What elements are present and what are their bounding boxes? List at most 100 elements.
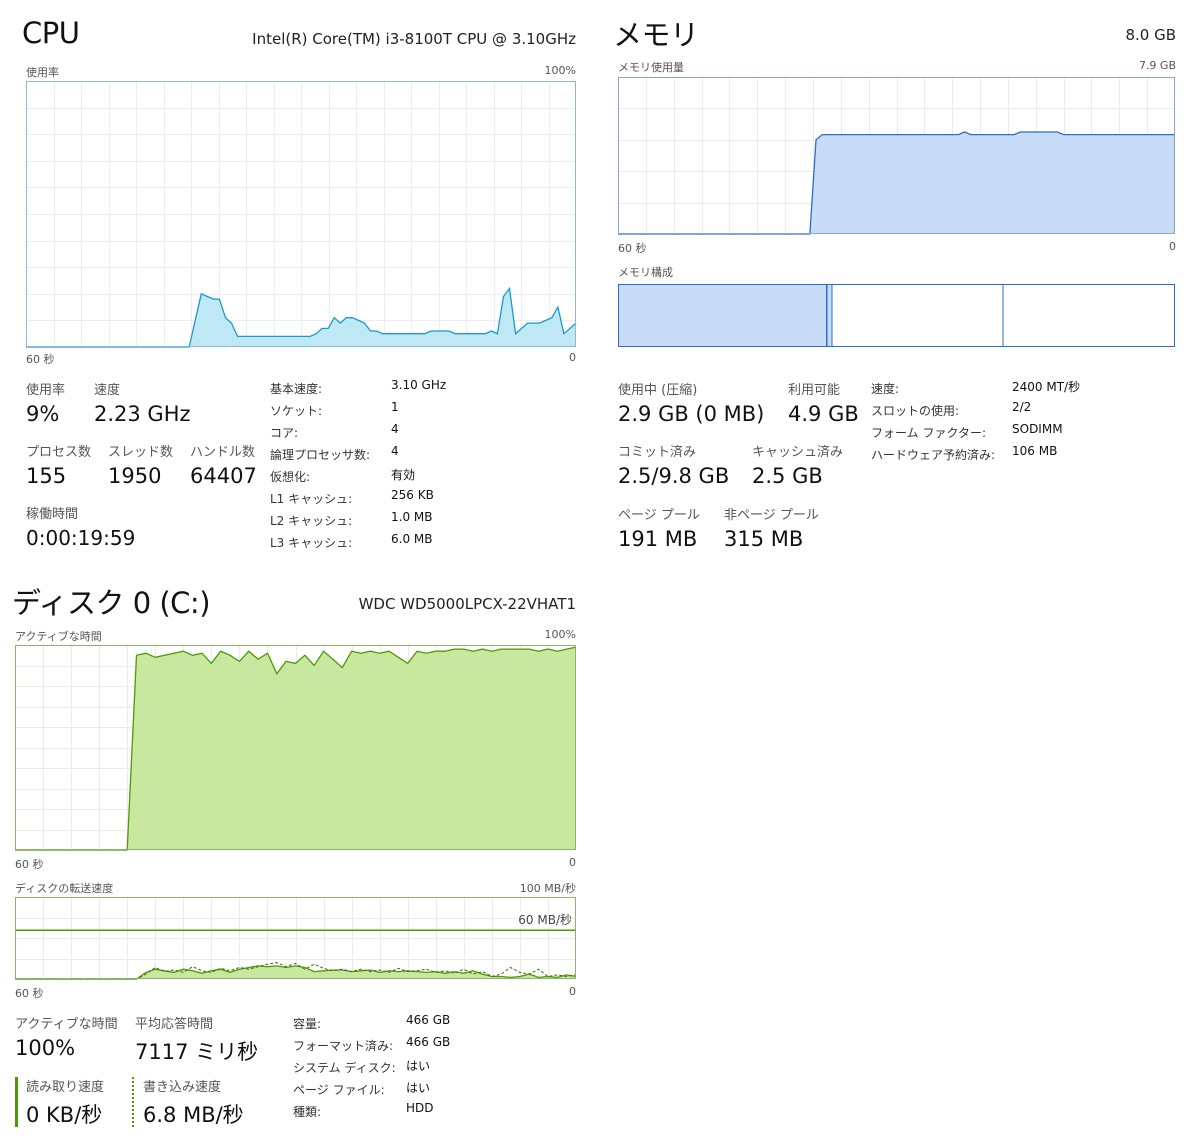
cpu-detail-row: L1 キャッシュ: 256 KB	[270, 488, 470, 510]
memory-detail-row: 速度: 2400 MT/秒	[871, 378, 1171, 400]
memory-available-value: 4.9 GB	[788, 402, 859, 426]
memory-composition-bar	[618, 284, 1175, 347]
disk-read-label: 読み取り速度	[26, 1080, 105, 1095]
memory-composition-label: メモリ構成	[618, 266, 673, 279]
cpu-detail-value: 1	[391, 400, 399, 414]
cpu-chart-right: 0	[569, 351, 576, 364]
cpu-chart-label: 使用率	[26, 66, 59, 79]
disk-active-label: アクティブな時間	[15, 1017, 118, 1032]
cpu-detail-value: 有効	[391, 468, 416, 482]
cpu-detail-value: 1.0 MB	[391, 510, 433, 524]
cpu-chart-max: 100%	[544, 64, 576, 77]
read-speed-marker	[15, 1077, 18, 1127]
cpu-detail-value: 256 KB	[391, 488, 434, 502]
memory-inuse-value: 2.9 GB (0 MB)	[618, 402, 765, 426]
memory-title: メモリ	[613, 18, 699, 52]
memory-paged-value: 191 MB	[618, 527, 698, 551]
cpu-detail-row: コア: 4	[270, 422, 470, 444]
cpu-usage-chart	[26, 81, 577, 348]
disk-write-value: 6.8 MB/秒	[143, 1103, 244, 1127]
composition-modified	[826, 284, 833, 347]
cpu-detail-label: ソケット:	[270, 404, 323, 418]
disk-active-left: 60 秒	[15, 858, 44, 871]
disk-detail-value: はい	[406, 1081, 431, 1095]
memory-chart-left: 60 秒	[618, 242, 647, 255]
disk-detail-label: フォーマット済み:	[293, 1039, 394, 1053]
disk-detail-row: システム ディスク: はい	[293, 1057, 573, 1079]
cpu-speed-value: 2.23 GHz	[94, 402, 191, 426]
cpu-handle-label: ハンドル数	[190, 445, 256, 460]
cpu-detail-label: 仮想化:	[270, 470, 311, 484]
memory-detail-value: 2/2	[1012, 400, 1032, 414]
cpu-details: 基本速度: 3.10 GHz ソケット: 1 コア: 4 論理プロセッサ数: 4 仮想化…	[270, 378, 470, 554]
disk-read-value: 0 KB/秒	[26, 1103, 103, 1127]
memory-detail-row: フォーム ファクター: SODIMM	[871, 422, 1171, 444]
disk-active-chart-label: アクティブな時間	[15, 630, 102, 643]
cpu-thread-value: 1950	[108, 464, 162, 488]
memory-commit-label: コミット済み	[618, 445, 697, 460]
disk-detail-label: 種類:	[293, 1105, 322, 1119]
cpu-handle-value: 64407	[190, 464, 257, 488]
disk-response-value: 7117 ミリ秒	[135, 1040, 259, 1064]
cpu-detail-row: L2 キャッシュ: 1.0 MB	[270, 510, 470, 532]
memory-detail-label: スロットの使用:	[871, 404, 960, 418]
disk-details: 容量: 466 GB フォーマット済み: 466 GB システム ディスク: はい ペ…	[293, 1013, 573, 1123]
disk-detail-row: フォーマット済み: 466 GB	[293, 1035, 573, 1057]
cpu-detail-label: L1 キャッシュ:	[270, 492, 353, 506]
cpu-detail-row: ソケット: 1	[270, 400, 470, 422]
cpu-detail-value: 4	[391, 444, 399, 458]
disk-transfer-rate-chart	[15, 897, 577, 980]
memory-inuse-label: 使用中 (圧縮)	[618, 383, 698, 398]
cpu-detail-row: 仮想化: 有効	[270, 466, 470, 488]
disk-detail-row: 種類: HDD	[293, 1101, 573, 1123]
disk-write-label: 書き込み速度	[143, 1080, 222, 1095]
cpu-detail-label: コア:	[270, 426, 299, 440]
cpu-process-value: 155	[26, 464, 67, 488]
memory-detail-row: スロットの使用: 2/2	[871, 400, 1171, 422]
disk-detail-label: システム ディスク:	[293, 1061, 396, 1075]
cpu-uptime-value: 0:00:19:59	[26, 526, 136, 550]
memory-commit-value: 2.5/9.8 GB	[618, 464, 730, 488]
disk-active-time-chart	[15, 645, 577, 851]
memory-usage-area	[618, 132, 1175, 234]
cpu-title: CPU	[22, 16, 80, 50]
cpu-usage-label: 使用率	[26, 383, 66, 398]
cpu-detail-value: 4	[391, 422, 399, 436]
disk-detail-value: 466 GB	[406, 1013, 451, 1027]
cpu-detail-row: 基本速度: 3.10 GHz	[270, 378, 470, 400]
disk-detail-row: ページ ファイル: はい	[293, 1079, 573, 1101]
memory-chart-right: 0	[1169, 240, 1176, 253]
memory-detail-label: ハードウェア予約済み:	[871, 448, 996, 462]
memory-chart-label: メモリ使用量	[618, 61, 684, 74]
memory-available-label: 利用可能	[788, 383, 841, 398]
composition-in-use	[618, 284, 827, 347]
cpu-uptime-label: 稼働時間	[26, 507, 79, 522]
cpu-speed-label: 速度	[94, 383, 121, 398]
memory-detail-value: SODIMM	[1012, 422, 1063, 436]
memory-nonpaged-value: 315 MB	[724, 527, 804, 551]
cpu-process-label: プロセス数	[26, 445, 92, 460]
cpu-model: Intel(R) Core(TM) i3-8100T CPU @ 3.10GHz	[252, 30, 576, 48]
disk-detail-row: 容量: 466 GB	[293, 1013, 573, 1035]
write-speed-marker	[132, 1077, 134, 1127]
disk-title: ディスク 0 (C:)	[12, 586, 211, 620]
disk-detail-label: 容量:	[293, 1017, 322, 1031]
memory-detail-value: 2400 MT/秒	[1012, 380, 1081, 394]
memory-total: 8.0 GB	[1125, 26, 1176, 44]
disk-transfer-chart-label: ディスクの転送速度	[15, 882, 114, 895]
memory-cached-value: 2.5 GB	[752, 464, 823, 488]
disk-active-value: 100%	[15, 1036, 76, 1060]
disk-transfer-chart-max: 100 MB/秒	[519, 882, 576, 895]
cpu-detail-label: 論理プロセッサ数:	[270, 448, 371, 462]
memory-nonpaged-label: 非ページ プール	[724, 508, 819, 523]
disk-response-label: 平均応答時間	[135, 1017, 214, 1032]
memory-cached-label: キャッシュ済み	[752, 445, 844, 460]
cpu-detail-value: 3.10 GHz	[391, 378, 447, 392]
disk-detail-label: ページ ファイル:	[293, 1083, 385, 1097]
memory-usage-chart	[618, 77, 1175, 235]
memory-details: 速度: 2400 MT/秒 スロットの使用: 2/2 フォーム ファクター: SODI…	[871, 378, 1171, 466]
disk-detail-value: はい	[406, 1059, 431, 1073]
memory-detail-value: 106 MB	[1012, 444, 1058, 458]
disk-active-chart-max: 100%	[544, 628, 576, 641]
memory-paged-label: ページ プール	[618, 508, 700, 523]
